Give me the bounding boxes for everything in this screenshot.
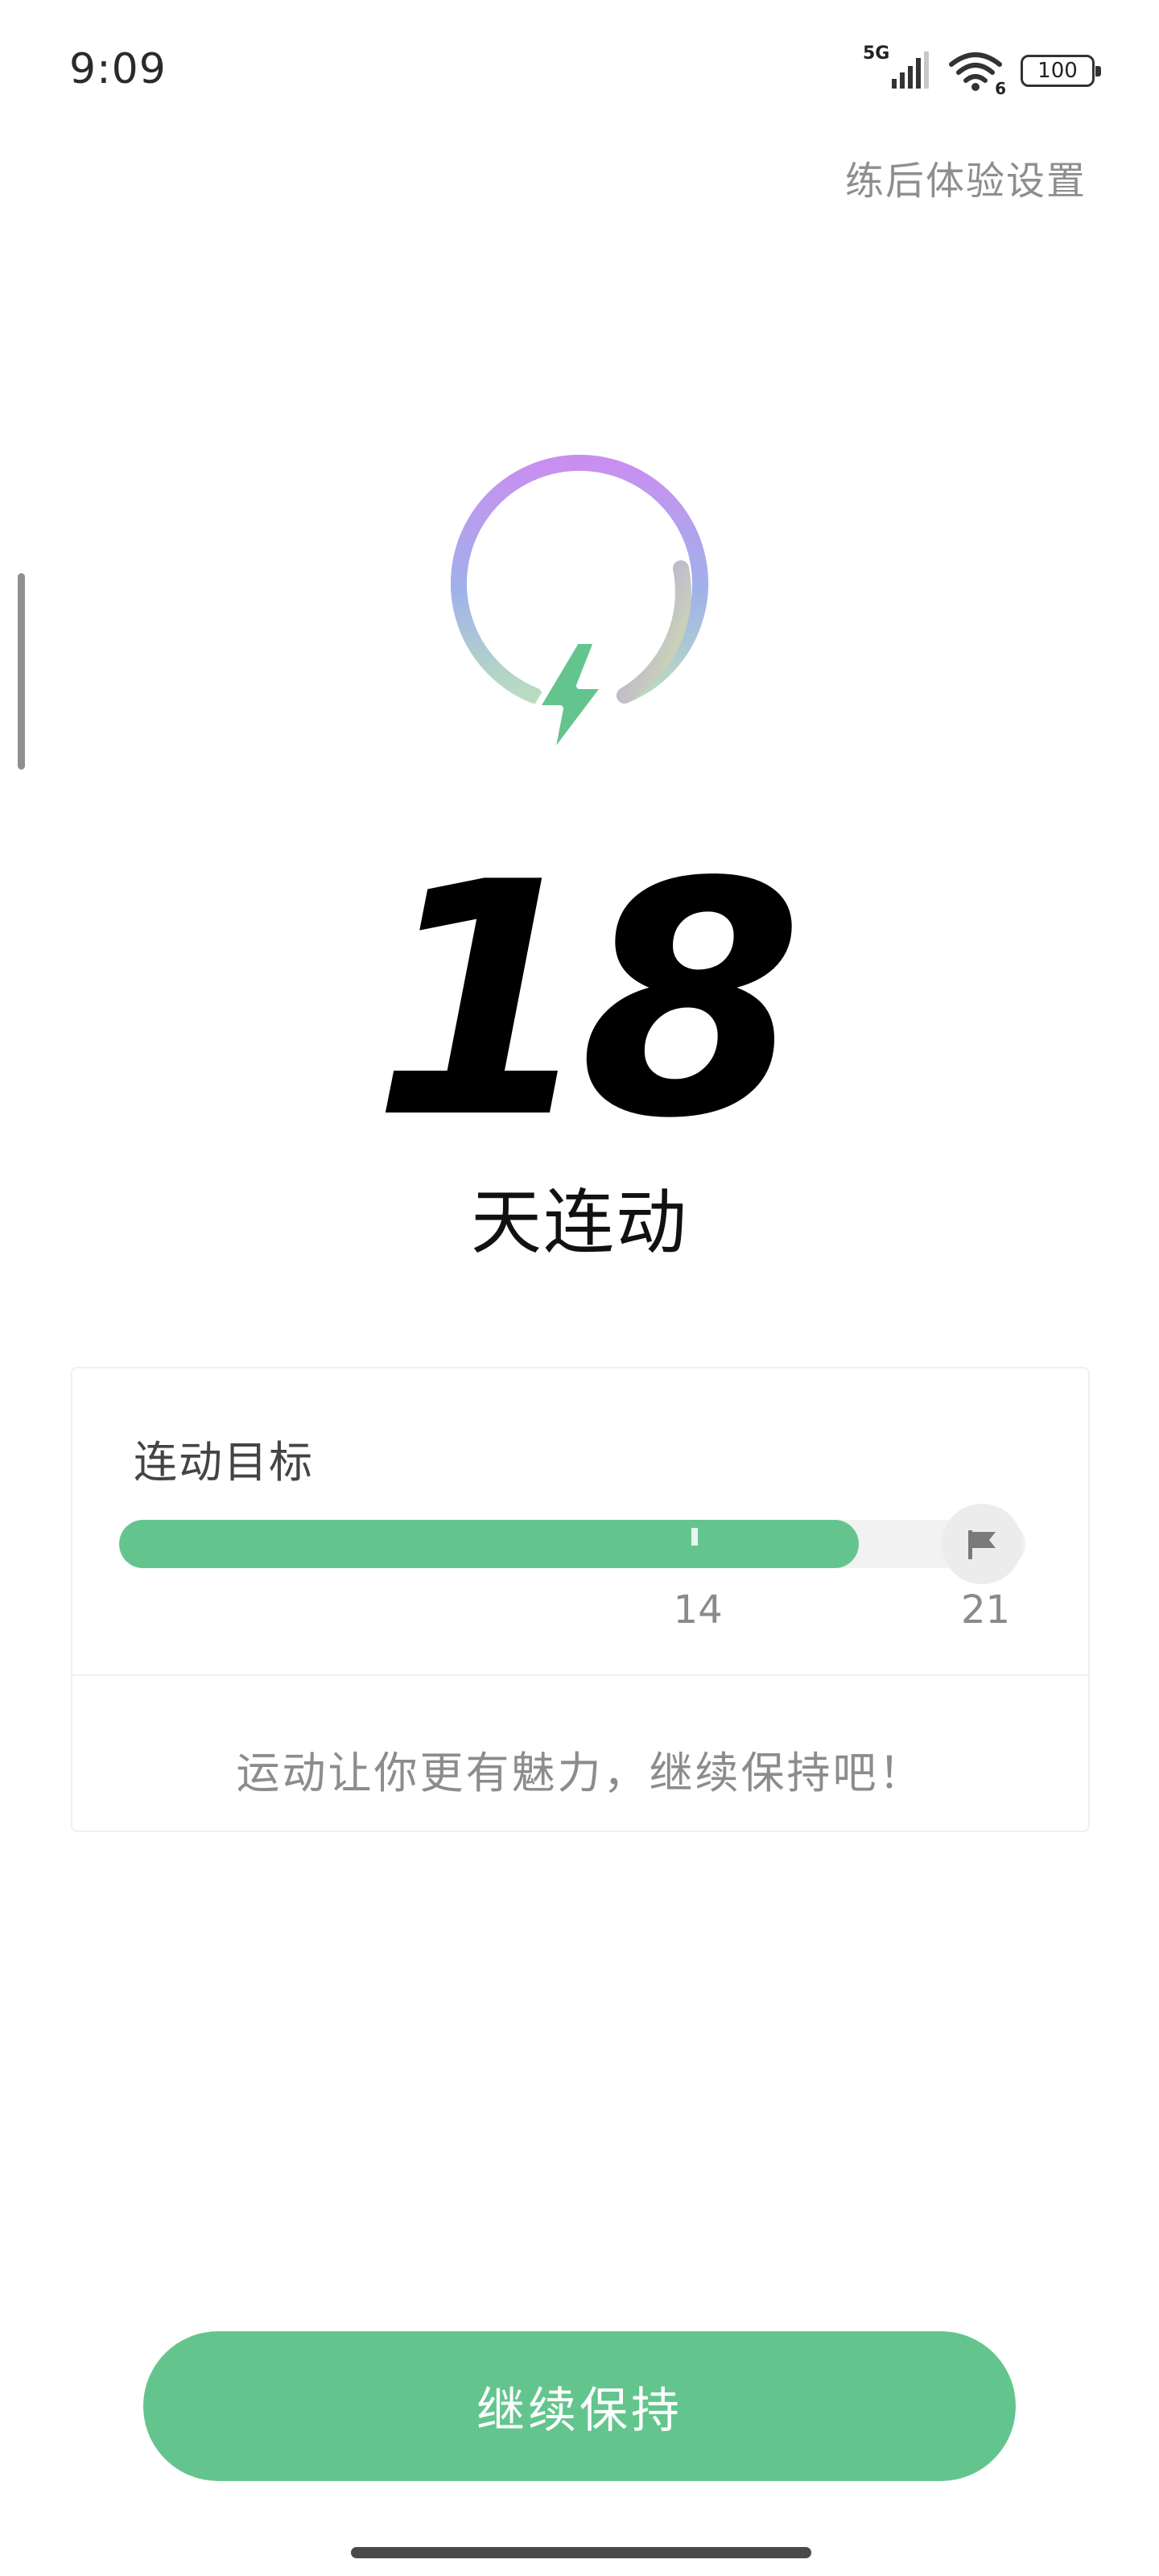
- goal-title: 连动目标: [134, 1437, 314, 1488]
- goal-progress-track: [119, 1504, 1025, 1584]
- target-label: 21: [961, 1587, 1011, 1633]
- post-workout-settings-link[interactable]: 练后体验设置: [845, 149, 1087, 205]
- streak-screen: 9:09 5G 6 100 练后体验设置 18 天连动 连动目标 14 21 运…: [0, 0, 1159, 2576]
- home-indicator[interactable]: [351, 2547, 811, 2558]
- battery-level: 100: [1037, 59, 1078, 83]
- flag-icon: [968, 1530, 996, 1559]
- edge-drag-handle[interactable]: [18, 573, 25, 770]
- wifi-icon: 6: [948, 50, 1006, 98]
- status-time: 9:09: [69, 45, 167, 93]
- motivation-text: 运动让你更有魅力，继续保持吧！: [236, 1748, 925, 1798]
- streak-unit-label: 天连动: [470, 1181, 688, 1264]
- network-type-label: 5G: [863, 43, 890, 64]
- streak-goal-card: 连动目标 14 21 运动让你更有魅力，继续保持吧！: [71, 1367, 1090, 1832]
- streak-count: 18: [371, 815, 804, 1189]
- keep-going-button[interactable]: 继续保持: [143, 2331, 1016, 2481]
- lightning-ring-icon: [451, 454, 708, 758]
- card-divider: [72, 1674, 1088, 1676]
- status-icons: 5G 6 100: [863, 43, 1101, 98]
- status-bar: 9:09 5G 6 100: [0, 0, 1159, 145]
- goal-progress-fill: [119, 1520, 859, 1568]
- milestone-label: 14: [673, 1587, 723, 1633]
- wifi-version-label: 6: [995, 79, 1006, 98]
- goal-flag-badge: [942, 1504, 1022, 1584]
- milestone-marker: [691, 1528, 698, 1546]
- keep-going-label: 继续保持: [476, 2383, 683, 2438]
- battery-icon: 100: [1021, 55, 1101, 87]
- signal-icon: 5G: [863, 43, 930, 93]
